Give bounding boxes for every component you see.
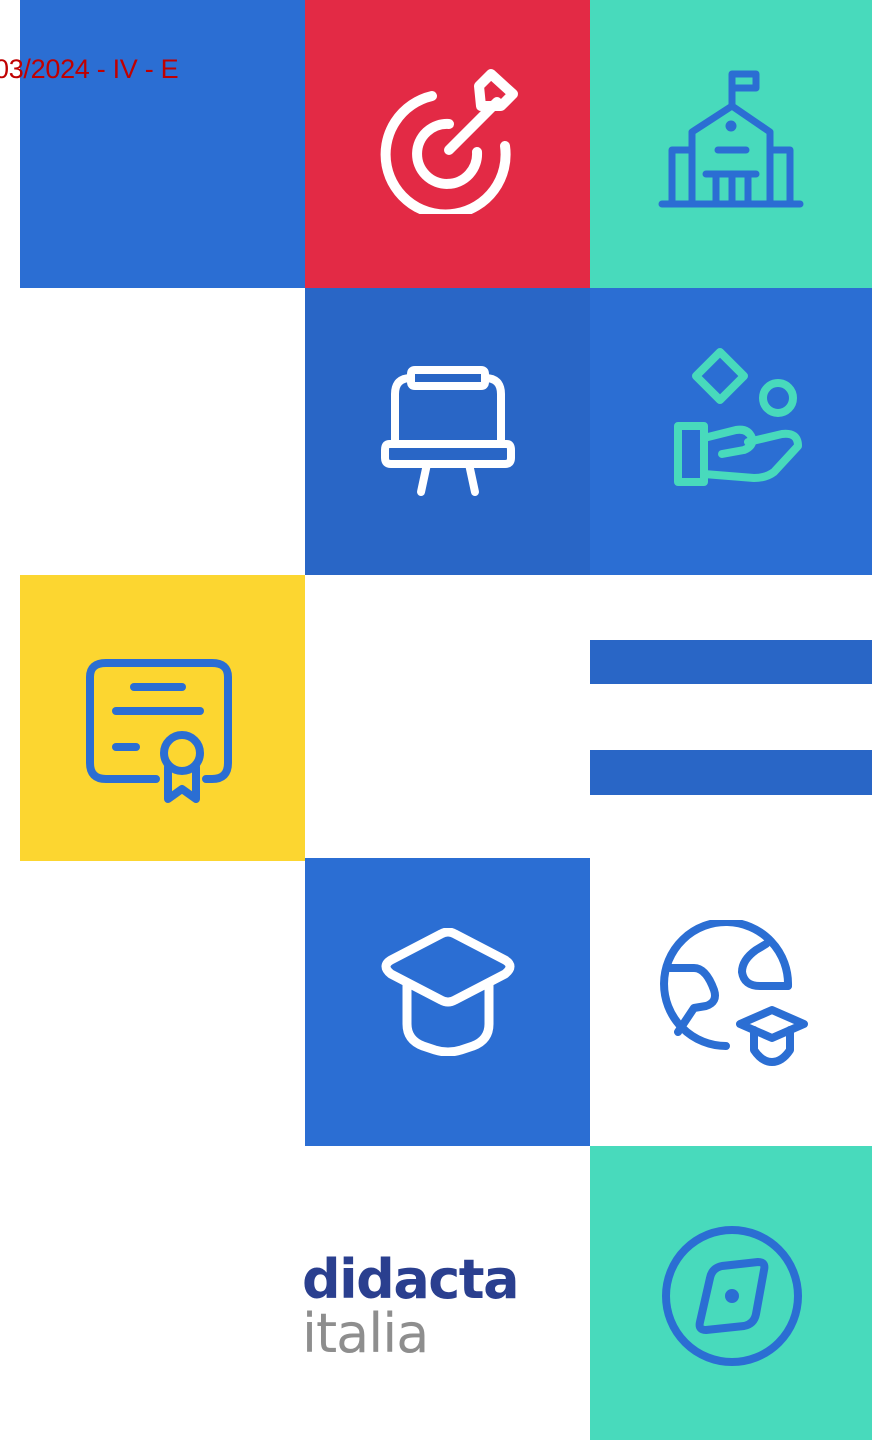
target-tile bbox=[305, 0, 590, 288]
logo-italia: italia bbox=[302, 1302, 429, 1365]
certificate-tile bbox=[20, 575, 305, 861]
logo-didacta: didacta bbox=[302, 1248, 520, 1311]
certificate-icon bbox=[86, 659, 232, 803]
compass-icon bbox=[662, 1226, 802, 1366]
presentation-board-icon bbox=[381, 366, 515, 496]
global-education-tile bbox=[590, 858, 872, 1146]
presentation-tile bbox=[305, 288, 590, 575]
target-arrow-icon bbox=[380, 69, 518, 214]
blue-stripe-upper bbox=[590, 640, 872, 684]
protocol-stamp: 03/2024 - IV - E bbox=[0, 54, 179, 84]
hand-shapes-icon bbox=[674, 348, 802, 486]
didacta-italia-logo: didacta italia bbox=[302, 1248, 520, 1365]
blue-tile-top-left bbox=[20, 0, 305, 288]
offer-tile bbox=[590, 288, 872, 575]
graduation-cap-icon bbox=[381, 928, 515, 1056]
graduation-tile bbox=[305, 858, 590, 1146]
compass-tile bbox=[590, 1146, 872, 1440]
school-building-icon bbox=[658, 70, 804, 208]
globe-graduation-icon bbox=[660, 920, 808, 1066]
blue-stripe-lower bbox=[590, 750, 872, 795]
school-tile bbox=[590, 0, 872, 288]
